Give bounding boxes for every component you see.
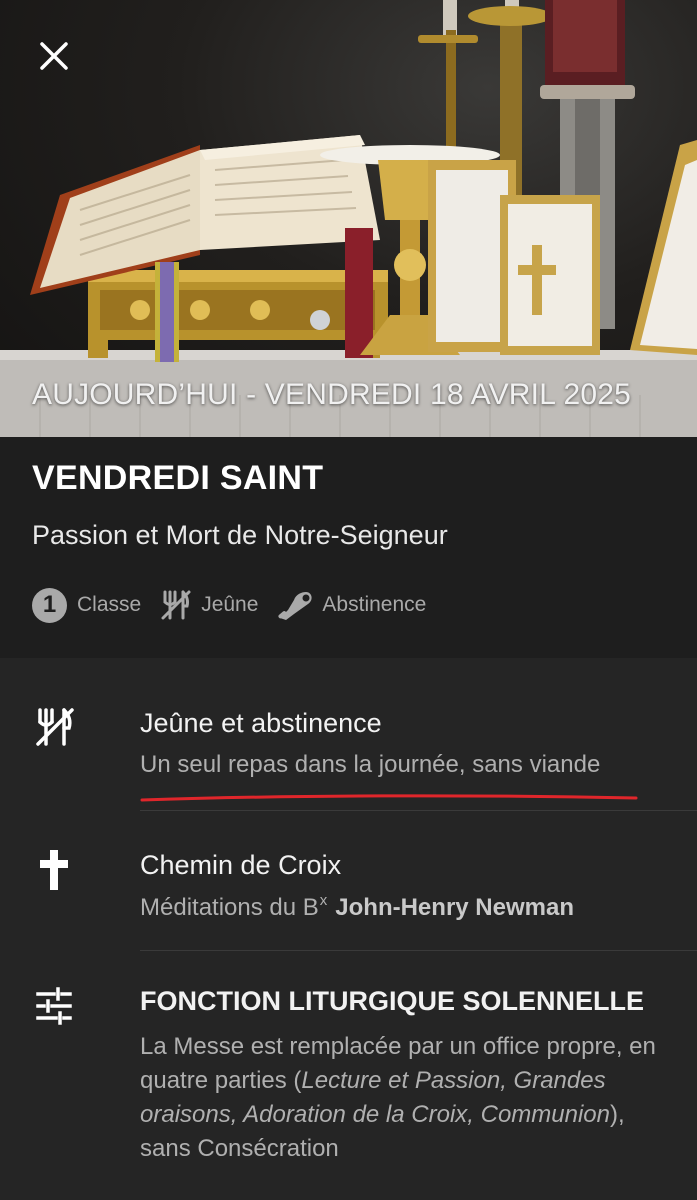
close-button[interactable]: [24, 26, 84, 86]
list-item-way-of-the-cross[interactable]: Chemin de Croix Méditations du Bx John-He…: [0, 810, 697, 950]
item-subtitle: Un seul repas dans la journée, sans vian…: [140, 751, 601, 778]
fasting-icon: [36, 708, 74, 746]
fast-label: Jeûne: [201, 593, 259, 616]
feast-badges: 1 Classe Jeûne Abstinence: [32, 585, 444, 625]
class-number: 1: [32, 587, 67, 623]
divider: [140, 810, 697, 811]
altar-photo: [0, 0, 697, 437]
fasting-icon: [161, 590, 191, 620]
list-item-fasting[interactable]: Jeûne et abstinence Un seul repas dans l…: [0, 658, 697, 810]
feast-subtitle: Passion et Mort de Notre-Seigneur: [32, 520, 448, 550]
fast-badge: Jeûne: [159, 588, 258, 622]
observance-list: Jeûne et abstinence Un seul repas dans l…: [0, 658, 697, 1200]
class-badge: 1 Classe: [32, 587, 142, 623]
item-title: Jeûne et abstinence: [140, 708, 382, 738]
date-label: AUJOURD’HUI - VENDREDI 18 AVRIL 2025: [32, 378, 632, 411]
close-icon: [40, 42, 68, 70]
hero-image: AUJOURD’HUI - VENDREDI 18 AVRIL 2025: [0, 0, 697, 437]
class-label: Classe: [77, 593, 142, 616]
item-title: FONCTION LITURGIQUE SOLENNELLE: [140, 986, 644, 1016]
no-meat-icon: [278, 592, 313, 620]
divider: [140, 950, 697, 951]
red-underline-annotation: [140, 794, 638, 802]
list-item-liturgical-function[interactable]: FONCTION LITURGIQUE SOLENNELLE La Messe …: [0, 950, 697, 1200]
sliders-icon: [36, 987, 72, 1025]
feast-header: VENDREDI SAINT Passion et Mort de Notre-…: [0, 437, 697, 658]
cross-icon: [40, 850, 68, 890]
abstinence-badge: Abstinence: [276, 588, 426, 622]
item-description: La Messe est remplacée par un office pro…: [140, 1033, 656, 1162]
item-subtitle: Méditations du Bx John-Henry Newman: [140, 892, 574, 921]
item-title: Chemin de Croix: [140, 850, 342, 880]
feast-title: VENDREDI SAINT: [32, 459, 324, 497]
abstinence-label: Abstinence: [322, 593, 427, 616]
